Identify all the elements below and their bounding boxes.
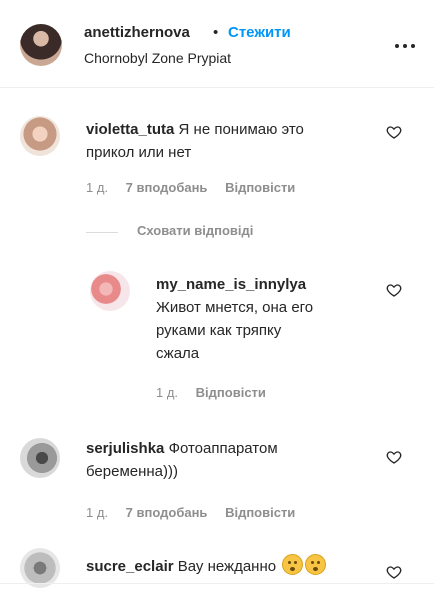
comment-avatar[interactable] xyxy=(20,438,60,478)
comment-username[interactable]: sucre_eclair xyxy=(86,558,174,575)
comment-text-line: прикол или нет xyxy=(86,144,192,161)
comment-text-line: Фотоаппаратом xyxy=(168,440,278,457)
flushed-face-emoji-icon xyxy=(282,554,304,575)
comment-meta: 1 д. 7 вподобань Відповісти xyxy=(86,505,295,520)
separator-dot: • xyxy=(213,24,219,41)
post-author-username[interactable]: anettizhernova xyxy=(84,24,190,41)
reply-username[interactable]: my_name_is_innylya xyxy=(156,276,306,293)
comment-username[interactable]: violetta_tuta xyxy=(86,121,174,138)
comment-username[interactable]: serjulishka xyxy=(86,440,164,457)
hide-replies-button[interactable]: Сховати відповіді xyxy=(137,223,253,238)
heart-icon[interactable] xyxy=(386,564,402,580)
reply-time[interactable]: 1 д. xyxy=(156,385,178,400)
comment-likes[interactable]: 7 вподобань xyxy=(126,180,208,195)
replies-divider xyxy=(86,232,118,233)
reply-button[interactable]: Відповісти xyxy=(196,385,266,400)
comment-text-line: Я не понимаю это xyxy=(178,121,304,138)
comment-avatar[interactable] xyxy=(20,548,60,588)
comment-avatar[interactable] xyxy=(20,116,60,156)
comment-text-line: беременна))) xyxy=(86,463,178,480)
post-location[interactable]: Chornobyl Zone Prypiat xyxy=(84,50,231,66)
follow-button[interactable]: Стежити xyxy=(228,24,291,41)
reply-button[interactable]: Відповісти xyxy=(225,180,295,195)
comment-likes[interactable]: 7 вподобань xyxy=(126,505,208,520)
reply-text-line: сжала xyxy=(156,345,200,362)
reply-meta: 1 д. Відповісти xyxy=(156,385,266,400)
divider xyxy=(0,583,434,584)
heart-icon[interactable] xyxy=(386,124,402,140)
comment-body: sucre_eclair Вау нежданно xyxy=(86,554,327,578)
heart-icon[interactable] xyxy=(386,449,402,465)
reply-text-line: руками как тряпку xyxy=(156,322,282,339)
post-header: anettizhernova • Стежити Chornobyl Zone … xyxy=(0,0,434,88)
reply-body: my_name_is_innylya Живот мнется, она его… xyxy=(156,273,313,365)
more-options-icon[interactable] xyxy=(393,34,417,58)
heart-icon[interactable] xyxy=(386,282,402,298)
comment-body: serjulishka Фотоаппаратом беременна))) xyxy=(86,437,278,483)
comment-text: Вау нежданно xyxy=(177,558,277,575)
reply-text-line: Живот мнется, она его xyxy=(156,299,314,316)
flushed-face-emoji-icon xyxy=(305,554,327,575)
comment-body: violetta_tuta Я не понимаю это прикол ил… xyxy=(86,118,304,164)
comment-meta: 1 д. 7 вподобань Відповісти xyxy=(86,180,295,195)
reply-avatar[interactable] xyxy=(90,271,130,311)
reply-button[interactable]: Відповісти xyxy=(225,505,295,520)
comment-time[interactable]: 1 д. xyxy=(86,505,108,520)
post-author-avatar[interactable] xyxy=(20,24,62,66)
comment-time[interactable]: 1 д. xyxy=(86,180,108,195)
